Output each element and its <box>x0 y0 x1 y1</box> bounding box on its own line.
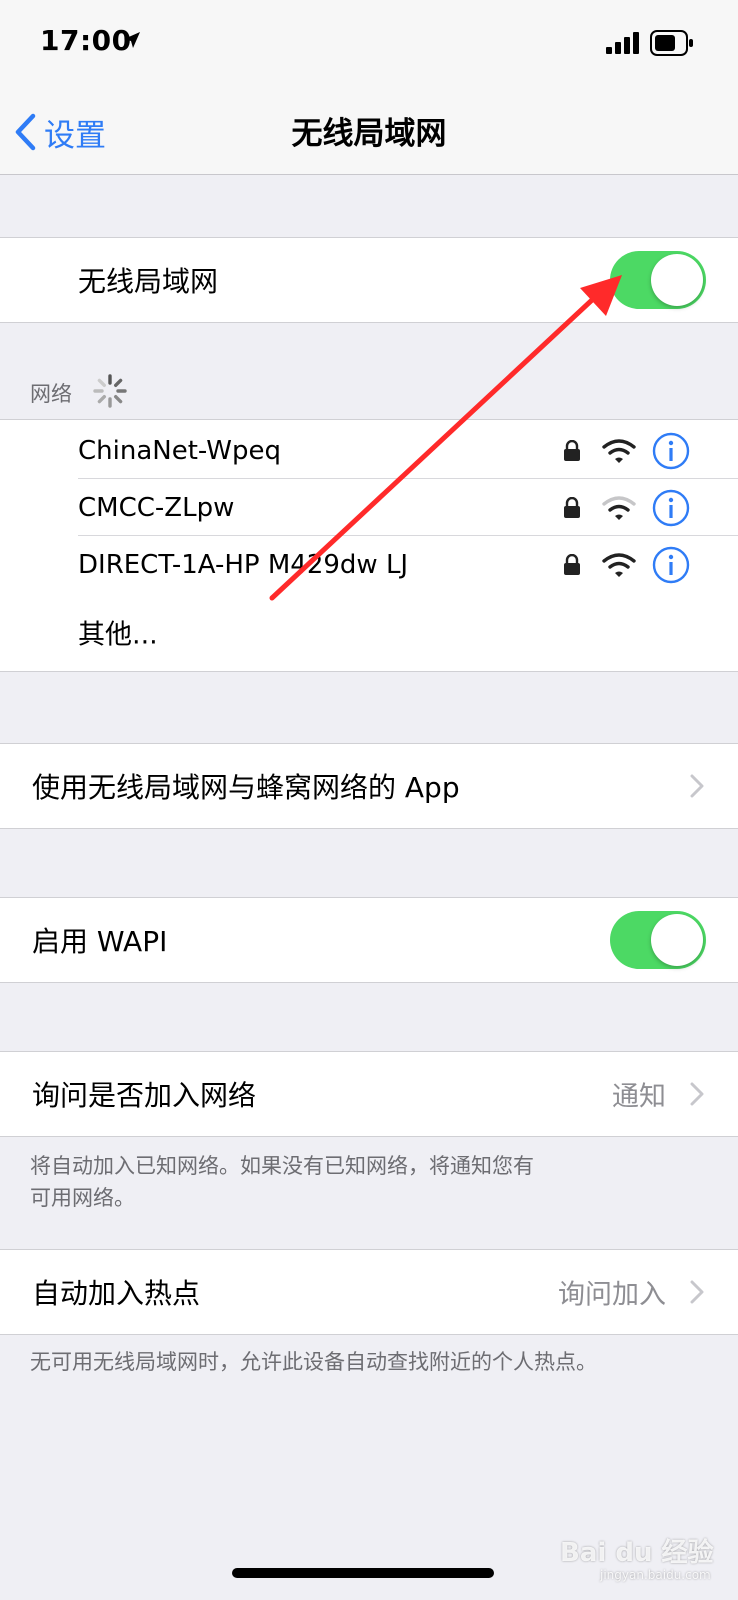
ask-join-footer: 将自动加入已知网络。如果没有已知网络，将通知您有 可用网络。 <box>30 1150 670 1214</box>
wifi-toggle-label: 无线局域网 <box>78 265 219 298</box>
hotspot-footer: 无可用无线局域网时，允许此设备自动查找附近的个人热点。 <box>30 1350 597 1374</box>
other-network-label: 其他... <box>78 619 158 651</box>
toggle-knob <box>651 914 703 966</box>
network-row-direct-hp[interactable]: DIRECT-1A-HP M429dw LJ <box>0 536 738 593</box>
network-name: CMCC-ZLpw <box>78 492 235 523</box>
baidu-watermark: Bai du 经验 <box>560 1538 714 1568</box>
ask-join-footer-line1: 将自动加入已知网络。如果没有已知网络，将通知您有 <box>30 1154 534 1178</box>
hotspot-label: 自动加入热点 <box>32 1277 201 1310</box>
ask-join-group: 询问是否加入网络 通知 <box>0 1051 738 1137</box>
navigation-bar: 设置 无线局域网 <box>0 90 738 175</box>
wifi-toggle-row: 无线局域网 <box>0 238 738 322</box>
apps-row[interactable]: 使用无线局域网与蜂窝网络的 App <box>0 744 738 828</box>
info-icon[interactable] <box>652 546 690 584</box>
loading-spinner-icon <box>93 374 127 408</box>
signal-bars-icon <box>606 32 639 54</box>
hotspot-group: 自动加入热点 询问加入 <box>0 1249 738 1335</box>
wapi-row: 启用 WAPI <box>0 898 738 982</box>
network-row-chinanet[interactable]: ChinaNet-Wpeq <box>0 422 738 479</box>
baidu-watermark-url: jingyan.baidu.com <box>600 1568 711 1582</box>
toggle-knob <box>651 254 703 306</box>
network-row-cmcc[interactable]: CMCC-ZLpw <box>0 479 738 536</box>
networks-section-header: 网络 <box>30 382 72 406</box>
wapi-label: 启用 WAPI <box>32 925 168 958</box>
wifi-toggle-group: 无线局域网 <box>0 237 738 323</box>
status-bar: 17:00 <box>0 0 738 90</box>
other-network-row[interactable]: 其他... <box>0 593 738 671</box>
wifi-signal-full-icon <box>602 438 636 463</box>
ask-join-row[interactable]: 询问是否加入网络 通知 <box>0 1052 738 1136</box>
lock-icon <box>564 439 580 461</box>
chevron-right-icon <box>690 1082 704 1106</box>
network-name: ChinaNet-Wpeq <box>78 435 281 466</box>
network-name: DIRECT-1A-HP M429dw LJ <box>78 549 409 580</box>
battery-icon <box>650 30 693 56</box>
ask-join-footer-line2: 可用网络。 <box>30 1186 135 1210</box>
chevron-right-icon <box>690 1280 704 1304</box>
lock-icon <box>564 496 580 518</box>
apps-row-label: 使用无线局域网与蜂窝网络的 App <box>32 771 460 804</box>
wapi-toggle-switch[interactable] <box>610 911 706 969</box>
wifi-toggle-switch[interactable] <box>610 251 706 309</box>
wapi-group: 启用 WAPI <box>0 897 738 983</box>
status-time: 17:00 <box>40 24 132 57</box>
info-icon[interactable] <box>652 489 690 527</box>
home-indicator[interactable] <box>232 1568 494 1578</box>
info-icon[interactable] <box>652 432 690 470</box>
hotspot-row[interactable]: 自动加入热点 询问加入 <box>0 1250 738 1334</box>
ask-join-value: 通知 <box>612 1081 666 1113</box>
wifi-signal-partial-icon <box>602 495 636 520</box>
location-arrow-icon <box>124 32 140 48</box>
wifi-signal-full-icon <box>602 552 636 577</box>
lock-icon <box>564 553 580 575</box>
wifi-settings-screen: 17:00 设置 无线局域网 无线局域网 网络 ChinaNet-Wpeq CM… <box>0 0 738 1600</box>
networks-list: ChinaNet-Wpeq CMCC-ZLpw DIRECT-1A-HP M42… <box>0 419 738 672</box>
page-title: 无线局域网 <box>291 116 447 152</box>
ask-join-label: 询问是否加入网络 <box>32 1079 257 1112</box>
chevron-right-icon <box>690 774 704 798</box>
apps-group: 使用无线局域网与蜂窝网络的 App <box>0 743 738 829</box>
hotspot-value: 询问加入 <box>558 1279 666 1311</box>
